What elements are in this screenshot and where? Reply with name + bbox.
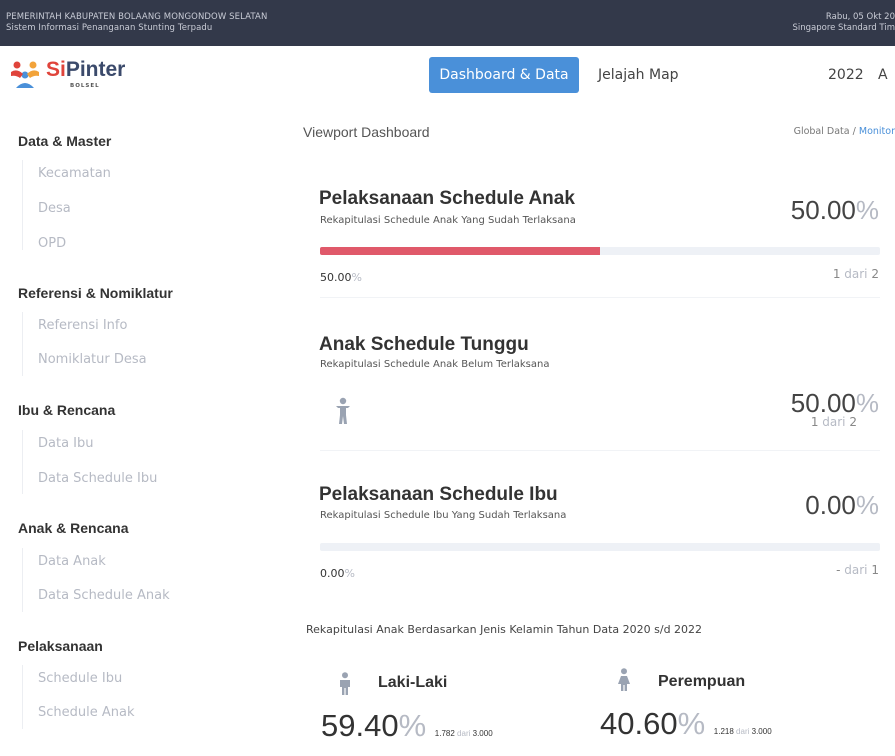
nav-jelajah-map[interactable]: Jelajah Map <box>598 57 679 93</box>
sidebar-item-nomiklatur-desa[interactable]: Nomiklatur Desa <box>38 352 147 367</box>
card-title-schedule-tunggu: Anak Schedule Tunggu <box>319 334 529 355</box>
sidebar-divider <box>22 665 23 729</box>
card-subtitle-schedule-ibu: Rekapitulasi Schedule Ibu Yang Sudah Ter… <box>320 510 567 521</box>
logo-wordmark: SiPinter <box>46 58 126 81</box>
sidebar-section-anak: Anak & Rencana <box>18 520 129 536</box>
progress-label-schedule-ibu: 0.00% <box>320 567 355 580</box>
sidebar-section-data-master: Data & Master <box>18 133 112 149</box>
child-icon <box>336 397 350 424</box>
sidebar-item-desa[interactable]: Desa <box>38 201 71 216</box>
sidebar-divider <box>22 430 23 494</box>
sidebar-section-pelaksanaan: Pelaksanaan <box>18 638 103 654</box>
breadcrumb-separator: / <box>852 126 856 137</box>
page-title: Viewport Dashboard <box>303 124 430 140</box>
progress-fill <box>320 247 600 255</box>
sidebar-divider <box>22 160 23 250</box>
rekap-title: Rekapitulasi Anak Berdasarkan Jenis Kela… <box>306 623 703 636</box>
count-schedule-anak: 1 dari 2 <box>832 267 879 281</box>
header: SiPinter BOLSEL Dashboard & Data Jelajah… <box>0 46 895 108</box>
sidebar-item-schedule-anak[interactable]: Schedule Anak <box>38 705 135 720</box>
nav-dashboard-data[interactable]: Dashboard & Data <box>429 57 579 93</box>
org-info: PEMERINTAH KABUPATEN BOLAANG MONGONDOW S… <box>6 12 267 34</box>
sidebar-divider <box>22 548 23 612</box>
male-label: Laki-Laki <box>378 674 448 691</box>
sidebar-item-data-anak[interactable]: Data Anak <box>38 554 106 569</box>
sidebar-item-opd[interactable]: OPD <box>38 236 66 251</box>
male-percent: 59.40% 1.782 dari 3.000 <box>321 708 493 743</box>
sidebar-section-ibu: Ibu & Rencana <box>18 402 116 418</box>
year-selector[interactable]: 2022 <box>828 57 864 93</box>
female-label: Perempuan <box>658 673 746 690</box>
card-title-schedule-anak: Pelaksanaan Schedule Anak <box>319 188 575 209</box>
sidebar-item-kecamatan[interactable]: Kecamatan <box>38 166 111 181</box>
sidebar-item-data-schedule-anak[interactable]: Data Schedule Anak <box>38 588 170 603</box>
top-bar: PEMERINTAH KABUPATEN BOLAANG MONGONDOW S… <box>0 0 895 46</box>
system-name: Sistem Informasi Penanganan Stunting Ter… <box>6 23 213 33</box>
logo-subtitle: BOLSEL <box>70 83 100 89</box>
user-menu[interactable]: A <box>878 57 888 93</box>
sidebar-item-data-schedule-ibu[interactable]: Data Schedule Ibu <box>38 471 157 486</box>
sidebar-item-referensi-info[interactable]: Referensi Info <box>38 318 127 333</box>
progress-bar-schedule-ibu <box>320 543 880 551</box>
card-subtitle-schedule-anak: Rekapitulasi Schedule Anak Yang Sudah Te… <box>320 215 576 226</box>
breadcrumb-root[interactable]: Global Data <box>794 126 850 137</box>
card-divider <box>320 450 880 451</box>
app-logo[interactable]: SiPinter BOLSEL <box>8 58 138 94</box>
datetime-info: Rabu, 05 Okt 20 Singapore Standard Tim <box>792 12 895 34</box>
org-name: PEMERINTAH KABUPATEN BOLAANG MONGONDOW S… <box>6 12 268 22</box>
progress-bar-schedule-anak <box>320 247 880 255</box>
female-icon <box>618 668 630 691</box>
timezone: Singapore Standard Tim <box>792 23 895 33</box>
sidebar-section-referensi: Referensi & Nomiklatur <box>18 285 173 301</box>
card-divider <box>320 297 880 298</box>
sidebar-item-data-ibu[interactable]: Data Ibu <box>38 436 94 451</box>
current-date: Rabu, 05 Okt 20 <box>825 12 895 22</box>
progress-label-schedule-anak: 50.00% <box>320 271 362 284</box>
card-percent-schedule-anak: 50.00% <box>790 195 879 225</box>
male-icon <box>340 672 350 695</box>
logo-people-icon <box>11 61 39 88</box>
female-percent: 40.60% 1.218 dari 3.000 <box>600 706 772 741</box>
card-subtitle-schedule-tunggu: Rekapitulasi Schedule Anak Belum Terlaks… <box>320 359 550 370</box>
sidebar-item-schedule-ibu[interactable]: Schedule Ibu <box>38 671 122 686</box>
card-percent-schedule-ibu: 0.00% <box>805 490 879 520</box>
sidebar-divider <box>22 312 23 376</box>
count-schedule-tunggu: 1 dari 2 <box>810 415 857 429</box>
breadcrumb: Global Data / Monitor <box>794 126 895 137</box>
sidebar: Data & Master Kecamatan Desa OPD Referen… <box>0 108 290 756</box>
card-title-schedule-ibu: Pelaksanaan Schedule Ibu <box>319 484 558 505</box>
count-schedule-ibu: - dari 1 <box>836 563 879 577</box>
breadcrumb-current: Monitor <box>858 126 895 137</box>
